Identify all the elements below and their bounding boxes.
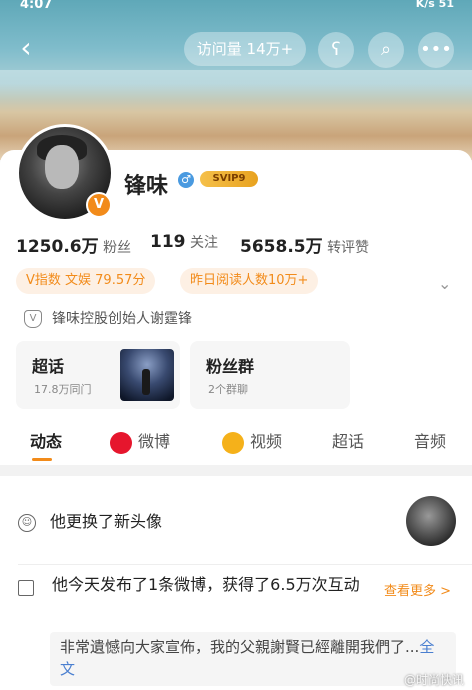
followers-stat[interactable]: 1250.6万 粉丝 <box>16 232 131 257</box>
tab-audio[interactable]: 音频 <box>414 428 446 452</box>
smile-icon: ☺ <box>18 513 36 532</box>
watermark: @时尚快讯 <box>403 673 464 687</box>
thumbnail-figure <box>142 369 150 395</box>
avatar-face <box>45 145 79 189</box>
male-icon: ♂ <box>178 172 194 188</box>
followers-label: 粉丝 <box>103 240 132 256</box>
tab-video-label: 视频 <box>250 432 283 451</box>
quoted-post-text: 非常遺憾向大家宣佈，我的父親謝賢已經離開我們了... <box>60 638 420 656</box>
fan-group-sub: 2个群聊 <box>208 383 248 396</box>
interactions-stat[interactable]: 5658.5万 转评赞 <box>240 232 369 257</box>
tab-dynamics[interactable]: 动态 <box>30 428 62 452</box>
profile-name: 锋味 <box>124 174 169 199</box>
status-bar: 4:07 K/s 51 <box>0 0 472 14</box>
following-count: 119 <box>150 232 186 252</box>
post-summary-item[interactable]: 他今天发布了1条微博，获得了6.5万次互动 <box>18 574 368 596</box>
shield-icon: V <box>24 310 42 328</box>
verified-badge: V <box>86 192 112 218</box>
fan-group-box[interactable]: 粉丝群 2个群聊 <box>190 341 350 409</box>
bear-icon[interactable]: ʕ <box>318 32 354 68</box>
quoted-post[interactable]: 非常遺憾向大家宣佈，我的父親謝賢已經離開我們了...全文 <box>50 632 456 686</box>
avatar-update-text: 他更换了新头像 <box>50 512 163 531</box>
more-icon[interactable]: ••• <box>418 32 454 68</box>
video-icon <box>222 431 244 454</box>
tab-bar: 动态 微博 视频 超话 音频 <box>0 420 472 464</box>
tab-weibo-label: 微博 <box>138 432 171 451</box>
feed: ☺ 他更换了新头像 他今天发布了1条微博，获得了6.5万次互动 查看更多 > 非常… <box>0 476 472 690</box>
following-label: 关注 <box>189 235 218 251</box>
avatar-update-item[interactable]: ☺ 他更换了新头像 <box>18 508 162 532</box>
cover-sea <box>0 70 472 100</box>
tab-weibo[interactable]: 微博 <box>110 428 170 454</box>
interactions-count: 5658.5万 <box>240 237 323 257</box>
reads-tag[interactable]: 昨日阅读人数10万+ <box>180 268 319 294</box>
back-icon[interactable]: ‹ <box>12 34 40 62</box>
new-avatar-thumbnail[interactable] <box>406 496 456 546</box>
status-time: 4:07 <box>20 0 53 12</box>
svip-badge[interactable]: SVIP9 <box>200 171 258 187</box>
super-topic-title: 超话 <box>32 357 65 376</box>
interactions-label: 转评赞 <box>327 240 370 256</box>
chart-icon <box>18 580 34 596</box>
certification-text: 锋味控股创始人谢霆锋 <box>52 311 192 327</box>
tab-super-topic[interactable]: 超话 <box>332 428 364 452</box>
weibo-icon <box>110 431 132 454</box>
super-topic-sub: 17.8万同门 <box>34 383 92 396</box>
super-topic-thumbnail <box>120 349 174 401</box>
tab-video[interactable]: 视频 <box>222 428 282 454</box>
certification: V 锋味控股创始人谢霆锋 <box>24 308 192 328</box>
followers-count: 1250.6万 <box>16 237 99 257</box>
visits-button[interactable]: 访问量 14万+ <box>184 32 306 66</box>
chevron-down-icon[interactable]: ⌄ <box>438 274 451 293</box>
tab-active-underline <box>32 458 52 461</box>
super-topic-box[interactable]: 超话 17.8万同门 <box>16 341 180 409</box>
divider <box>18 564 472 565</box>
post-summary-text: 他今天发布了1条微博，获得了6.5万次互动 <box>52 575 360 594</box>
search-icon[interactable]: ⌕ <box>368 32 404 68</box>
following-stat[interactable]: 119 关注 <box>150 232 218 252</box>
see-more-link[interactable]: 查看更多 > <box>384 580 451 599</box>
status-indicators: K/s 51 <box>415 0 454 10</box>
v-index-tag[interactable]: V指数 文娱 79.57分 <box>16 268 156 294</box>
fan-group-title: 粉丝群 <box>206 357 255 376</box>
